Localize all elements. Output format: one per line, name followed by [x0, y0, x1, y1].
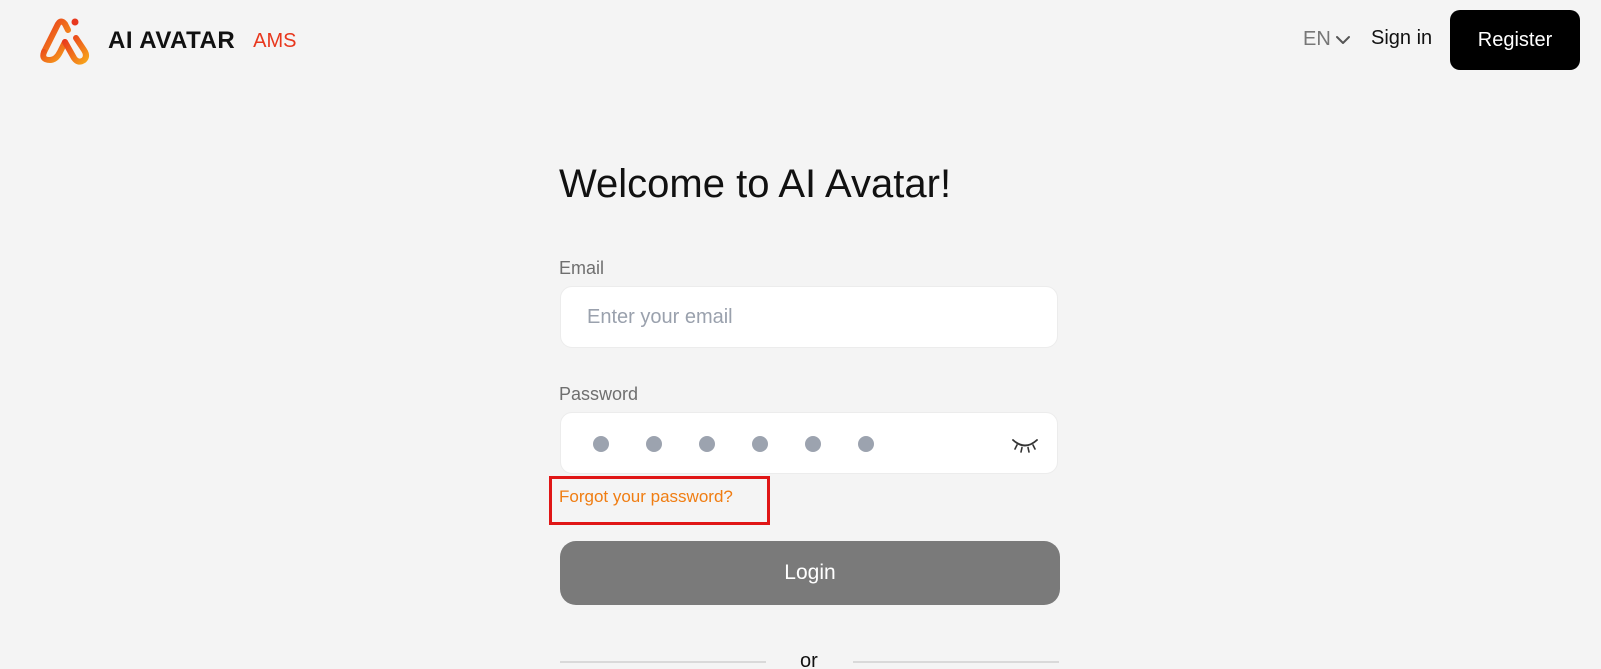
password-mask-dot: [805, 436, 821, 452]
password-mask-dot: [858, 436, 874, 452]
password-mask: [593, 436, 911, 452]
sign-in-link[interactable]: Sign in: [1371, 27, 1432, 50]
email-field[interactable]: [561, 287, 1057, 347]
login-button[interactable]: Login: [560, 541, 1060, 605]
top-header: AI AVATAR AMS EN Sign in Register: [0, 0, 1601, 80]
brand-logo[interactable]: AI AVATAR AMS: [38, 16, 297, 66]
login-page: AI AVATAR AMS EN Sign in Register Welcom…: [0, 0, 1601, 669]
divider-or-label: or: [800, 650, 818, 669]
page-title: Welcome to AI Avatar!: [559, 162, 952, 206]
email-label: Email: [559, 258, 605, 278]
email-field-container: [560, 286, 1058, 348]
register-button[interactable]: Register: [1450, 10, 1580, 70]
brand-name: AI AVATAR: [108, 27, 236, 54]
password-mask-dot: [593, 436, 609, 452]
divider-line-right: [853, 661, 1059, 663]
language-selector[interactable]: EN: [1303, 28, 1351, 51]
eye-closed-icon[interactable]: [1011, 435, 1039, 455]
password-label: Password: [559, 384, 639, 404]
password-mask-dot: [752, 436, 768, 452]
password-mask-dot: [699, 436, 715, 452]
password-mask-dot: [646, 436, 662, 452]
forgot-password-link[interactable]: Forgot your password?: [559, 487, 733, 507]
password-field[interactable]: [560, 412, 1058, 474]
language-label: EN: [1303, 28, 1331, 50]
divider-line-left: [560, 661, 766, 663]
brand-sub-label: AMS: [253, 29, 297, 52]
ai-avatar-logo-icon: [40, 18, 89, 65]
chevron-down-icon: [1335, 35, 1350, 44]
